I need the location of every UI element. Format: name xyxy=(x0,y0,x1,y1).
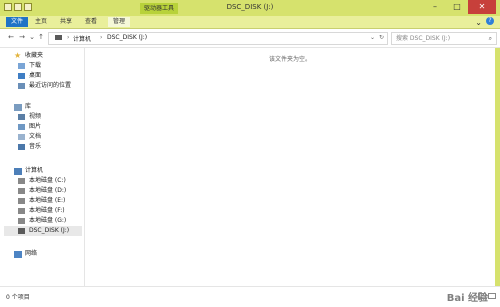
sidebar-item-drive-f[interactable]: 本地磁盘 (F:) xyxy=(18,206,80,216)
sidebar-item-label: 本地磁盘 (G:) xyxy=(29,217,67,224)
tab-file[interactable]: 文件 xyxy=(6,17,29,27)
breadcrumb-computer[interactable]: 计算机 xyxy=(73,34,91,43)
details-view-icon[interactable] xyxy=(478,293,486,299)
desktop-icon xyxy=(18,73,25,79)
tab-view[interactable]: 查看 xyxy=(80,17,102,27)
download-folder-icon xyxy=(18,63,25,69)
address-bar[interactable]: › 计算机 › DSC_DISK (J:) ⌄ ↻ xyxy=(48,32,388,45)
sidebar-item-pictures[interactable]: 图片 xyxy=(18,122,80,132)
empty-folder-message: 该文件夹为空。 xyxy=(268,56,311,63)
back-icon[interactable]: ← xyxy=(6,32,16,42)
sidebar-item-label: 音乐 xyxy=(29,143,42,150)
sidebar-item-videos[interactable]: 视频 xyxy=(18,112,80,122)
tab-manage[interactable]: 管理 xyxy=(108,17,131,27)
help-icon[interactable]: ? xyxy=(486,17,494,25)
navigation-pane: ★ 收藏夹 下载 桌面 最近访问的位置 库 视频 图片 文档 音乐 计算机 本地… xyxy=(0,48,85,286)
up-icon[interactable]: ↑ xyxy=(36,32,46,42)
sidebar-group-label: 网络 xyxy=(25,250,38,257)
computer-icon xyxy=(55,35,62,40)
sidebar-item-drive-d[interactable]: 本地磁盘 (D:) xyxy=(18,186,80,196)
ribbon-tabs: 文件 主页 共享 查看 管理 ⌄ ? xyxy=(0,16,500,29)
chevron-right-icon: › xyxy=(100,34,103,41)
sidebar-item-drive-c[interactable]: 本地磁盘 (C:) xyxy=(18,176,80,186)
drive-icon xyxy=(18,198,25,204)
network-icon xyxy=(14,251,22,258)
drive-icon xyxy=(18,188,25,194)
breadcrumb-dsc-disk[interactable]: DSC_DISK (J:) xyxy=(107,34,147,41)
drive-icon xyxy=(18,178,25,184)
sidebar-item-drive-g[interactable]: 本地磁盘 (G:) xyxy=(18,216,80,226)
close-button[interactable]: ✕ xyxy=(468,0,496,14)
drive-icon xyxy=(18,208,25,214)
pictures-icon xyxy=(18,124,25,130)
sidebar-item-drive-j[interactable]: DSC_DISK (J:) xyxy=(4,226,82,236)
item-count: 0 个项目 xyxy=(6,294,30,301)
sidebar-item-label: DSC_DISK (J:) xyxy=(29,227,70,234)
sidebar-item-label: 本地磁盘 (D:) xyxy=(29,187,67,194)
tab-share[interactable]: 共享 xyxy=(55,17,77,27)
refresh-icon[interactable]: ↻ xyxy=(379,34,384,41)
view-switcher xyxy=(478,293,496,299)
maximize-button[interactable]: □ xyxy=(446,0,468,14)
title-bar: 驱动器工具 DSC_DISK (J:) – □ ✕ xyxy=(0,0,500,16)
sidebar-computer[interactable]: 计算机 xyxy=(14,166,80,176)
window-controls: – □ ✕ xyxy=(424,0,496,14)
sidebar-network[interactable]: 网络 xyxy=(14,249,80,259)
sidebar-group-label: 库 xyxy=(25,103,32,110)
computer-icon xyxy=(14,168,22,175)
status-bar: 0 个项目 Bai 经验 xyxy=(0,286,500,307)
sidebar-item-drive-e[interactable]: 本地磁盘 (E:) xyxy=(18,196,80,206)
sidebar-item-documents[interactable]: 文档 xyxy=(18,132,80,142)
documents-icon xyxy=(18,134,25,140)
navigation-bar: ← → ⌄ ↑ › 计算机 › DSC_DISK (J:) ⌄ ↻ 搜索 DSC… xyxy=(0,29,500,48)
library-icon xyxy=(14,104,22,111)
forward-icon[interactable]: → xyxy=(17,32,27,42)
sidebar-item-label: 本地磁盘 (C:) xyxy=(29,177,66,184)
recent-places-icon xyxy=(18,83,25,89)
file-explorer-window: 驱动器工具 DSC_DISK (J:) – □ ✕ 文件 主页 共享 查看 管理… xyxy=(0,0,500,307)
sidebar-group-label: 收藏夹 xyxy=(25,52,44,59)
video-icon xyxy=(18,114,25,120)
sidebar-item-desktop[interactable]: 桌面 xyxy=(18,71,80,81)
removable-drive-icon xyxy=(18,228,25,234)
sidebar-item-music[interactable]: 音乐 xyxy=(18,142,80,152)
sidebar-item-label: 图片 xyxy=(29,123,42,130)
sidebar-group-label: 计算机 xyxy=(25,167,44,174)
sidebar-item-label: 本地磁盘 (E:) xyxy=(29,197,66,204)
sidebar-favorites[interactable]: ★ 收藏夹 xyxy=(14,51,80,61)
sidebar-libraries[interactable]: 库 xyxy=(14,102,80,112)
chevron-right-icon: › xyxy=(67,34,70,41)
sidebar-item-label: 最近访问的位置 xyxy=(29,82,72,89)
sidebar-item-label: 桌面 xyxy=(29,72,42,79)
search-box[interactable]: 搜索 DSC_DISK (J:) ⌕ xyxy=(391,32,497,45)
sidebar-item-recent-places[interactable]: 最近访问的位置 xyxy=(18,81,80,91)
star-icon: ★ xyxy=(14,51,22,60)
sidebar-item-label: 本地磁盘 (F:) xyxy=(29,207,65,214)
chevron-down-icon[interactable]: ⌄ xyxy=(370,34,375,41)
tab-home[interactable]: 主页 xyxy=(30,17,52,27)
expand-ribbon-icon[interactable]: ⌄ xyxy=(475,18,482,27)
large-icons-view-icon[interactable] xyxy=(488,293,496,299)
file-list-pane[interactable]: 该文件夹为空。 xyxy=(85,48,495,286)
music-icon xyxy=(18,144,25,150)
search-placeholder: 搜索 DSC_DISK (J:) xyxy=(396,35,451,42)
sidebar-item-label: 下载 xyxy=(29,62,42,69)
sidebar-item-label: 文档 xyxy=(29,133,42,140)
sidebar-item-downloads[interactable]: 下载 xyxy=(18,61,80,71)
minimize-button[interactable]: – xyxy=(424,0,446,14)
search-icon[interactable]: ⌕ xyxy=(489,33,492,44)
drive-icon xyxy=(18,218,25,224)
sidebar-item-label: 视频 xyxy=(29,113,42,120)
